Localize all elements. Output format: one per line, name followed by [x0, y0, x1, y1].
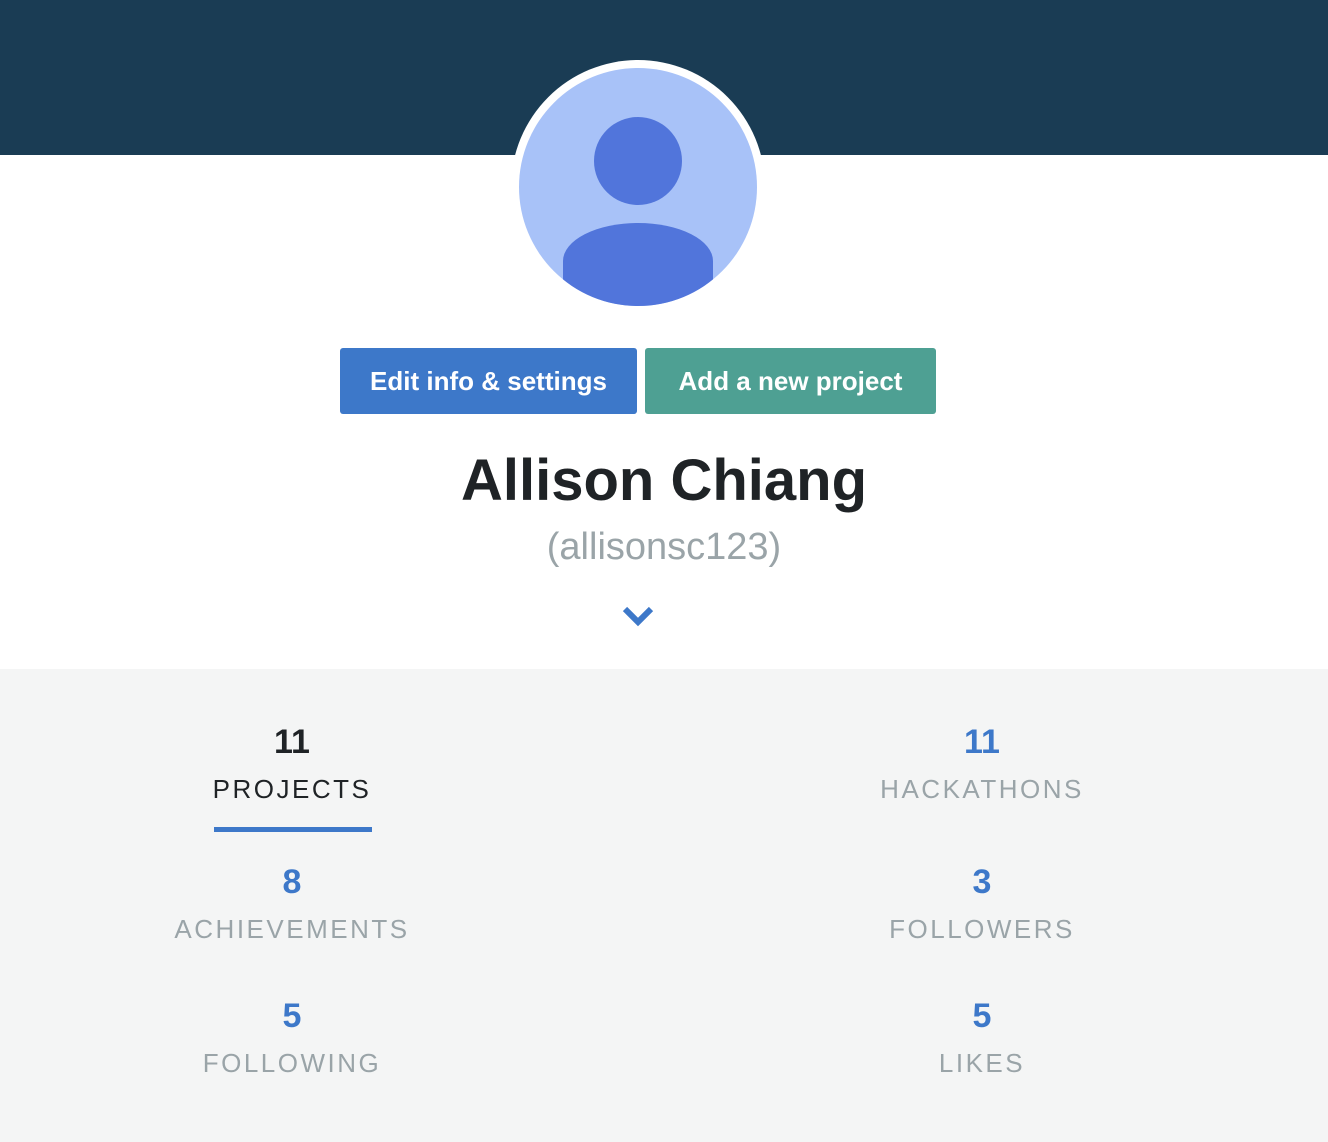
- stat-achievements[interactable]: 8 ACHIEVEMENTS: [112, 862, 472, 944]
- stat-followers-count: 3: [972, 863, 992, 901]
- stat-achievements-label: ACHIEVEMENTS: [174, 914, 410, 944]
- stat-achievements-count: 8: [282, 863, 302, 901]
- stat-projects[interactable]: 11 PROJECTS: [112, 722, 472, 804]
- stat-hackathons-label: HACKATHONS: [880, 774, 1084, 804]
- avatar-frame: [511, 60, 765, 314]
- default-user-avatar-icon-body: [563, 223, 713, 306]
- avatar[interactable]: [519, 68, 757, 306]
- stat-likes[interactable]: 5 LIKES: [802, 996, 1162, 1078]
- stat-likes-count: 5: [972, 997, 992, 1035]
- stat-hackathons[interactable]: 11 HACKATHONS: [802, 722, 1162, 804]
- active-tab-indicator: [214, 827, 372, 832]
- edit-info-settings-button[interactable]: Edit info & settings: [340, 348, 637, 414]
- stat-following-count: 5: [282, 997, 302, 1035]
- profile-username: (allisonsc123): [546, 526, 782, 568]
- chevron-down-icon[interactable]: [620, 602, 656, 630]
- stat-projects-count: 11: [274, 723, 310, 761]
- stat-likes-label: LIKES: [938, 1048, 1026, 1078]
- profile-name: Allison Chiang: [461, 448, 867, 513]
- stat-hackathons-count: 11: [964, 723, 1000, 761]
- stat-following[interactable]: 5 FOLLOWING: [112, 996, 472, 1078]
- profile-page: Edit info & settings Add a new project A…: [0, 0, 1328, 1142]
- default-user-avatar-icon-head: [594, 117, 682, 205]
- stat-followers-label: FOLLOWERS: [889, 914, 1075, 944]
- add-new-project-button[interactable]: Add a new project: [645, 348, 936, 414]
- stat-followers[interactable]: 3 FOLLOWERS: [802, 862, 1162, 944]
- stat-following-label: FOLLOWING: [202, 1048, 382, 1078]
- stat-projects-label: PROJECTS: [212, 774, 372, 804]
